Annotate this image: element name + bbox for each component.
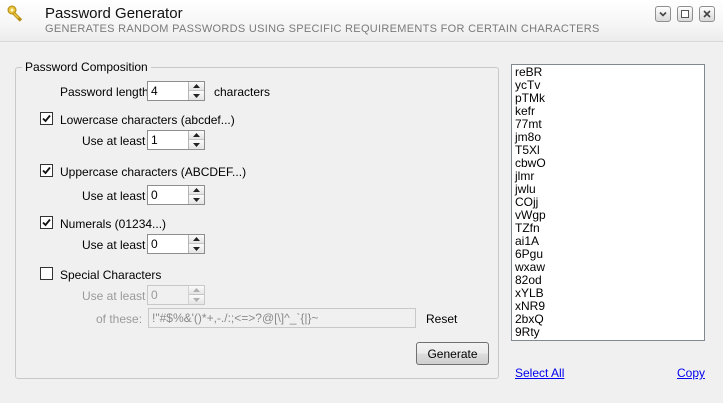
triangle-up-icon <box>193 188 200 192</box>
numerals-use-at-least-label: Use at least <box>82 238 146 252</box>
group-legend: Password Composition <box>25 60 148 74</box>
uppercase-label: Uppercase characters (ABCDEF...) <box>60 165 247 179</box>
minimize-icon <box>681 10 689 18</box>
uppercase-checkbox[interactable] <box>40 164 53 177</box>
triangle-up-icon <box>193 133 200 137</box>
password-list-item[interactable]: reBR <box>515 66 704 79</box>
triangle-up-icon <box>193 84 200 88</box>
title-bar: Password Generator GENERATES RANDOM PASS… <box>0 0 723 42</box>
triangle-up-icon <box>193 237 200 241</box>
chevron-down-icon <box>659 11 667 17</box>
password-list-items: reBR ycTv pTMk kefr 77mt jm8o T5Xl cbwO jlmr jwlu… <box>512 65 704 339</box>
checkmark-icon <box>42 166 51 175</box>
password-list-item[interactable]: 9Rty <box>515 326 704 339</box>
password-length-input[interactable] <box>148 82 188 100</box>
dropdown-button[interactable] <box>655 6 671 22</box>
lowercase-min-down-button[interactable] <box>189 140 204 149</box>
special-characters-checkbox[interactable] <box>40 267 53 280</box>
password-list-item[interactable]: cbwO <box>515 157 704 170</box>
special-min-down-button[interactable] <box>189 295 204 304</box>
minimize-button[interactable] <box>677 6 693 22</box>
lowercase-label: Lowercase characters (abcdef...) <box>60 113 235 127</box>
key-icon <box>6 4 26 24</box>
password-list-item[interactable]: jm8o <box>515 131 704 144</box>
triangle-down-icon <box>193 246 200 251</box>
numerals-min-input[interactable] <box>148 235 188 253</box>
checkmark-icon <box>42 218 51 227</box>
password-list-item[interactable]: ai1A <box>515 235 704 248</box>
uppercase-min-stepper[interactable] <box>147 185 205 205</box>
select-all-link[interactable]: Select All <box>515 366 564 380</box>
lowercase-checkbox[interactable] <box>40 112 53 125</box>
password-list-item[interactable]: 77mt <box>515 118 704 131</box>
password-list-item[interactable]: 2bxQ <box>515 313 704 326</box>
triangle-up-icon <box>193 288 200 292</box>
special-min-up-button[interactable] <box>189 286 204 295</box>
numerals-checkbox[interactable] <box>40 216 53 229</box>
uppercase-min-input[interactable] <box>148 186 188 204</box>
lowercase-min-stepper[interactable] <box>147 130 205 150</box>
checkmark-icon <box>42 114 51 123</box>
password-list-item[interactable]: wxaw <box>515 261 704 274</box>
numerals-min-up-button[interactable] <box>189 235 204 244</box>
window-subtitle: GENERATES RANDOM PASSWORDS USING SPECIFI… <box>45 23 600 35</box>
password-list-item[interactable]: kefr <box>515 105 704 118</box>
lowercase-min-up-button[interactable] <box>189 131 204 140</box>
triangle-down-icon <box>193 93 200 98</box>
password-list[interactable]: reBR ycTv pTMk kefr 77mt jm8o T5Xl cbwO jlmr jwlu… <box>511 64 705 341</box>
password-list-item[interactable]: TZfn <box>515 222 704 235</box>
special-use-at-least-label: Use at least <box>82 289 146 303</box>
password-list-item[interactable]: pTMk <box>515 92 704 105</box>
password-length-stepper[interactable] <box>147 81 205 101</box>
uppercase-use-at-least-label: Use at least <box>82 189 146 203</box>
close-icon <box>703 10 711 18</box>
triangle-down-icon <box>193 197 200 202</box>
special-characters-field[interactable]: !"#$%&'()*+,-./:;<=>?@[\]^_`{|}~ <box>148 308 416 328</box>
uppercase-min-down-button[interactable] <box>189 195 204 204</box>
triangle-down-icon <box>193 142 200 147</box>
copy-link[interactable]: Copy <box>677 366 705 380</box>
password-length-down-button[interactable] <box>189 91 204 100</box>
password-list-item[interactable]: vWgp <box>515 209 704 222</box>
password-list-item[interactable]: jwlu <box>515 183 704 196</box>
generate-button[interactable]: Generate <box>416 342 489 365</box>
length-unit-label: characters <box>214 85 271 99</box>
lowercase-use-at-least-label: Use at least <box>82 134 146 148</box>
lowercase-min-input[interactable] <box>148 131 188 149</box>
close-button[interactable] <box>699 6 715 22</box>
password-length-label: Password length <box>60 85 149 99</box>
numerals-min-down-button[interactable] <box>189 244 204 253</box>
special-min-input[interactable] <box>148 286 188 304</box>
numerals-min-stepper[interactable] <box>147 234 205 254</box>
special-min-stepper[interactable] <box>147 285 205 305</box>
of-these-label: of these: <box>96 312 143 326</box>
numerals-label: Numerals (01234...) <box>60 217 167 231</box>
window-title: Password Generator <box>45 5 183 22</box>
uppercase-min-up-button[interactable] <box>189 186 204 195</box>
special-characters-label: Special Characters <box>60 268 162 282</box>
password-list-item[interactable]: jlmr <box>515 170 704 183</box>
triangle-down-icon <box>193 297 200 302</box>
password-length-up-button[interactable] <box>189 82 204 91</box>
reset-link[interactable]: Reset <box>426 312 457 326</box>
